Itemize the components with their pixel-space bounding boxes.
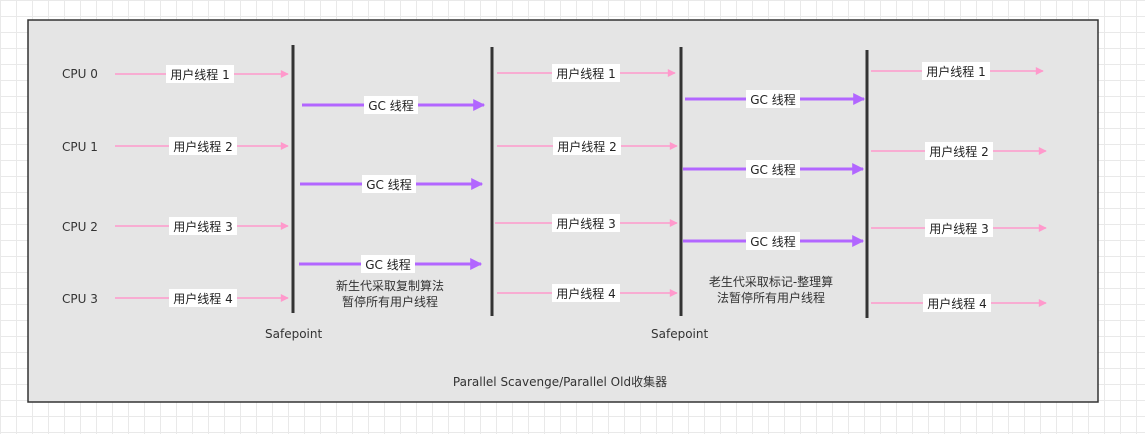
user-thread-label: 用户线程 2 [929, 144, 988, 159]
cpu-2-label: CPU 2 [62, 220, 98, 234]
user-thread-label: 用户线程 3 [173, 219, 232, 234]
user-thread-label: 用户线程 2 [557, 139, 616, 154]
safepoint-caption-1: Safepoint [265, 327, 322, 341]
diagram-footer-title: Parallel Scavenge/Parallel Old收集器 [453, 374, 667, 389]
young-gen-note-line-2: 暂停所有用户线程 [342, 294, 438, 309]
user-thread-label: 用户线程 3 [556, 216, 615, 231]
diagram-canvas: CPU 0 CPU 1 CPU 2 CPU 3 Safepoint Safepo… [27, 19, 1099, 403]
user-thread-label: 用户线程 3 [929, 221, 988, 236]
gc-thread-label: GC 线程 [750, 234, 796, 249]
gc-thread-label: GC 线程 [750, 162, 796, 177]
user-thread-label: 用户线程 4 [927, 296, 986, 311]
user-thread-label: 用户线程 1 [170, 67, 229, 82]
young-gen-note-line-1: 新生代采取复制算法 [336, 278, 444, 293]
cpu-0-label: CPU 0 [62, 67, 98, 81]
gc-thread-label: GC 线程 [365, 257, 411, 272]
old-gen-note-line-1: 老生代采取标记-整理算 [709, 274, 833, 289]
user-thread-label: 用户线程 4 [556, 286, 615, 301]
gc-thread-label: GC 线程 [750, 92, 796, 107]
user-thread-label: 用户线程 1 [556, 66, 615, 81]
safepoint-caption-2: Safepoint [651, 327, 708, 341]
cpu-1-label: CPU 1 [62, 140, 98, 154]
gc-thread-label: GC 线程 [368, 98, 414, 113]
user-thread-label: 用户线程 4 [173, 291, 232, 306]
old-gen-note-line-2: 法暂停所有用户线程 [717, 290, 825, 305]
user-thread-label: 用户线程 2 [173, 139, 232, 154]
cpu-3-label: CPU 3 [62, 292, 98, 306]
user-thread-label: 用户线程 1 [926, 64, 985, 79]
gc-thread-label: GC 线程 [366, 177, 412, 192]
